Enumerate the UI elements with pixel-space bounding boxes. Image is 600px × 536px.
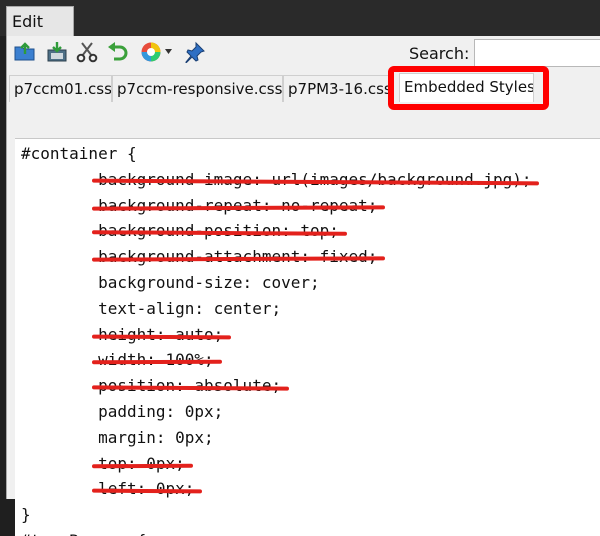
undo-icon[interactable] <box>105 40 129 64</box>
tab-p7pm3-16[interactable]: p7PM3-16.css <box>283 75 389 102</box>
code-line: padding: 0px; <box>21 402 224 421</box>
window-title: Edit CSS <box>6 6 74 61</box>
css-code-editor[interactable]: #container { background-image: url(image… <box>15 138 600 536</box>
pin-icon[interactable] <box>183 40 207 64</box>
strikethrough-mark <box>92 334 232 340</box>
file-tabs: p7ccm01.css p7ccm-responsive.css p7PM3-1… <box>7 72 600 102</box>
tab-p7ccm-responsive[interactable]: p7ccm-responsive.css <box>112 75 283 102</box>
code-line: margin: 0px; <box>21 427 214 447</box>
strikethrough-mark <box>92 204 386 211</box>
title-bar: Edit CSS <box>0 0 600 61</box>
tab-embedded-styles[interactable]: Embedded Styles <box>399 73 534 102</box>
search-label: Search: <box>409 44 470 63</box>
code-line: #top-Banner { <box>21 530 146 536</box>
tab-p7ccm01[interactable]: p7ccm01.css <box>9 75 112 102</box>
edit-css-window: Search: p7ccm01.css p7ccm-responsive.css… <box>6 36 600 536</box>
save-icon[interactable] <box>45 40 69 64</box>
open-folder-icon[interactable] <box>13 40 37 64</box>
code-line: #container { <box>21 144 137 163</box>
search-input[interactable] <box>474 39 600 67</box>
toolbar: Search: <box>7 36 600 72</box>
code-line: text-align: center; <box>21 298 282 318</box>
code-line: background-size: cover; <box>21 273 320 292</box>
strikethrough-mark <box>92 463 193 468</box>
code-line: } <box>21 505 31 525</box>
color-wheel-icon[interactable] <box>139 40 175 64</box>
scissors-icon[interactable] <box>75 40 99 64</box>
